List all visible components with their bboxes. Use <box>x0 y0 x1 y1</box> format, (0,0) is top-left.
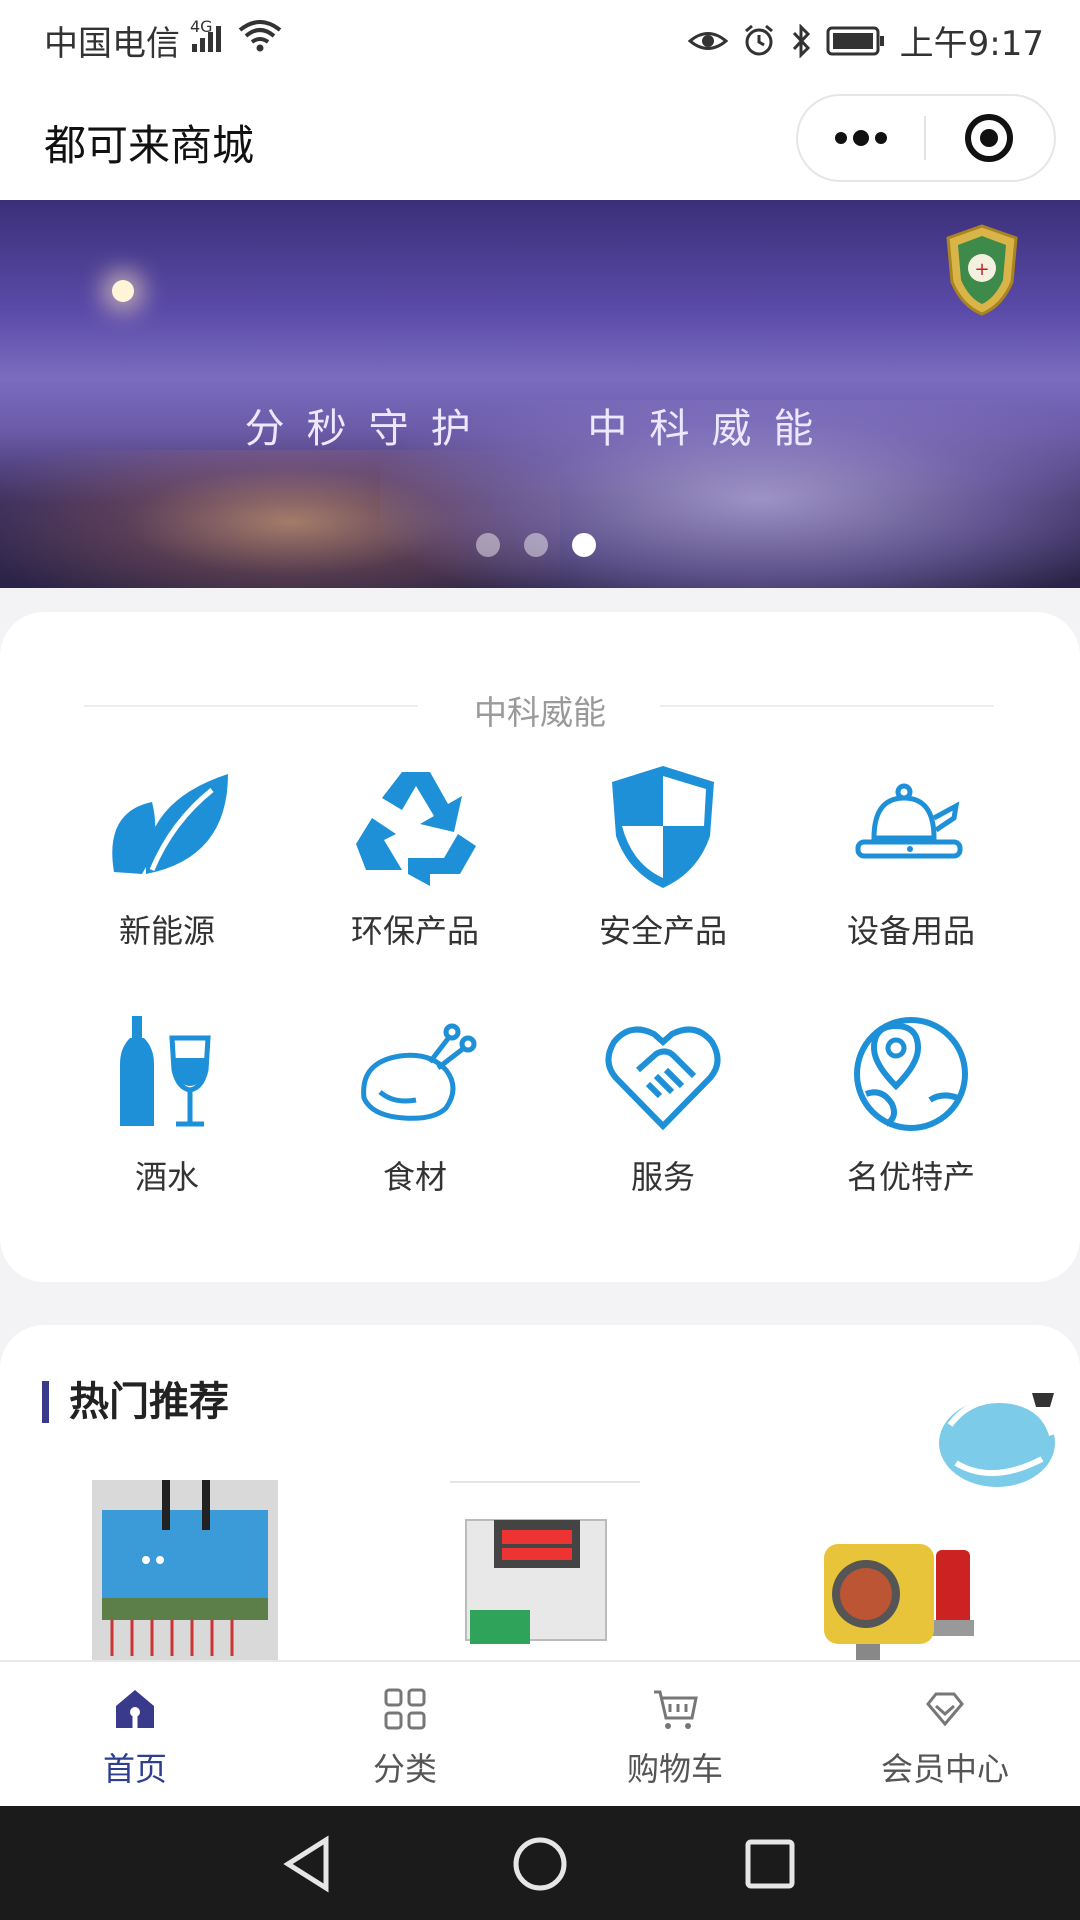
category-drinks[interactable]: 酒水 <box>42 1008 292 1228</box>
category-label: 新能源 <box>118 912 215 950</box>
bluetooth-icon <box>792 23 810 58</box>
category-card: 中科威能 新能源 环保产品 安全产品 设备用品 酒水 食材 服务 名优特产 <box>0 612 1080 1282</box>
tab-home[interactable]: 首页 <box>0 1662 270 1808</box>
target-close-icon[interactable] <box>926 96 1052 180</box>
product-digital-meter[interactable] <box>450 1480 650 1660</box>
title-bar: 都可来商城 <box>0 76 1080 200</box>
signal-wifi-icon: 4G <box>190 17 282 52</box>
map-pin-globe-icon <box>854 1017 968 1131</box>
prize-quiz-badge-icon[interactable] <box>932 1385 1062 1495</box>
wine-bottle-glass-icon <box>120 1016 211 1127</box>
category-specialties[interactable]: 名优特产 <box>786 1008 1036 1228</box>
bottom-tab-bar: 首页 分类 购物车 会员中心 <box>0 1660 1080 1808</box>
system-navigation-bar <box>0 1806 1080 1920</box>
category-new-energy[interactable]: 新能源 <box>42 762 292 982</box>
tab-category[interactable]: 分类 <box>270 1662 540 1808</box>
carousel-dot-3[interactable] <box>572 533 596 557</box>
emblem-logo-icon: + <box>946 224 1018 316</box>
product-gas-detector[interactable] <box>800 1480 1000 1660</box>
banner-slogan: 分秒守护 中科威能 <box>0 396 1080 454</box>
slogan-left: 分秒守护 <box>244 406 493 452</box>
page: 中国电信 4G 上午9:17 都可来商城 + 分秒守护 中科威能 中科威能 新能… <box>0 0 1080 1920</box>
grid-icon <box>384 1688 426 1730</box>
home-circle-icon[interactable] <box>510 1834 570 1894</box>
product-controller-box[interactable] <box>92 1480 292 1660</box>
slogan-right: 中科威能 <box>587 406 836 452</box>
category-label: 环保产品 <box>350 912 479 950</box>
banner-carousel[interactable]: + 分秒守护 中科威能 <box>0 200 1080 588</box>
tab-label: 分类 <box>372 1750 437 1788</box>
battery-icon <box>826 26 884 55</box>
tab-label: 首页 <box>102 1750 167 1788</box>
tab-cart[interactable]: 购物车 <box>540 1662 810 1808</box>
more-dots-icon[interactable] <box>798 96 924 180</box>
status-right: 上午9:17 <box>687 16 1044 65</box>
eye-icon <box>687 31 728 50</box>
category-service[interactable]: 服务 <box>538 1008 788 1228</box>
section-title: 热门推荐 <box>42 1381 229 1423</box>
category-food[interactable]: 食材 <box>290 1008 540 1228</box>
status-bar: 中国电信 4G 上午9:17 <box>0 0 1080 76</box>
category-safety-products[interactable]: 安全产品 <box>538 762 788 982</box>
clock-time: 上午9:17 <box>899 24 1044 64</box>
category-label: 酒水 <box>134 1158 199 1196</box>
carousel-dots <box>476 533 596 557</box>
category-label: 设备用品 <box>846 912 975 950</box>
back-icon[interactable] <box>278 1834 338 1894</box>
tab-label: 购物车 <box>626 1750 723 1788</box>
category-label: 食材 <box>382 1158 447 1196</box>
handshake-heart-icon <box>605 1026 721 1131</box>
recent-apps-icon[interactable] <box>740 1834 800 1894</box>
section-title: 中科威能 <box>474 693 606 732</box>
shield-icon <box>612 766 714 888</box>
tab-label: 会员中心 <box>880 1750 1009 1788</box>
category-eco-products[interactable]: 环保产品 <box>290 762 540 982</box>
recycle-icon <box>356 772 476 886</box>
diamond-icon <box>926 1692 964 1727</box>
carrier-name: 中国电信 <box>44 24 180 64</box>
carousel-dot-1[interactable] <box>476 533 500 557</box>
category-label: 服务 <box>630 1158 695 1196</box>
category-label: 名优特产 <box>846 1158 975 1196</box>
mini-program-capsule <box>796 94 1056 182</box>
alarm-icon <box>744 24 773 55</box>
home-icon <box>116 1690 154 1728</box>
page-title: 都可来商城 <box>44 121 255 170</box>
tab-member-center[interactable]: 会员中心 <box>810 1662 1080 1808</box>
leaf-icon <box>112 774 228 874</box>
kettle-stove-icon <box>855 783 963 859</box>
category-label: 安全产品 <box>598 912 727 950</box>
cart-icon <box>654 1690 698 1729</box>
roast-chicken-icon <box>361 1023 477 1121</box>
carousel-dot-2[interactable] <box>524 533 548 557</box>
svg-text:+: + <box>974 259 989 280</box>
category-equipment[interactable]: 设备用品 <box>786 762 1036 982</box>
moon <box>112 280 134 302</box>
